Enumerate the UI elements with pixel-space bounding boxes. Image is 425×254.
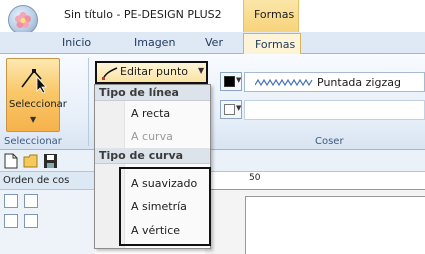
chevron-down-icon: ▼ <box>198 66 205 75</box>
new-file-icon[interactable] <box>4 153 18 169</box>
group-divider <box>88 58 89 146</box>
window-title: Sin título - PE-DESIGN PLUS2 <box>64 8 222 21</box>
menu-item-a-recta[interactable]: A recta <box>131 107 170 120</box>
save-icon[interactable] <box>43 153 58 169</box>
line-type-header-label: Tipo de línea <box>99 86 179 99</box>
fill-color-button[interactable]: ▼ <box>220 100 242 119</box>
curve-type-header-label: Tipo de curva <box>99 149 184 162</box>
application-menu-button[interactable] <box>8 5 38 35</box>
group-icon[interactable] <box>24 214 38 228</box>
tab-inicio[interactable]: Inicio <box>62 36 91 49</box>
chevron-down-icon: ▼ <box>30 115 37 124</box>
horizontal-ruler: 50 <box>205 172 425 190</box>
tab-imagen[interactable]: Imagen <box>134 36 175 49</box>
stitch-type-select[interactable]: Puntada zigzag <box>244 72 425 92</box>
sort-icon[interactable] <box>4 214 18 228</box>
fill-stitch-select[interactable] <box>244 100 425 120</box>
sewing-order-panel-title: Orden de cos <box>3 175 70 186</box>
context-tab-group-label: Formas <box>254 8 295 21</box>
select-button-label: Seleccionar <box>9 99 67 110</box>
tab-ver[interactable]: Ver <box>205 36 223 49</box>
curve-options-highlight <box>119 167 211 246</box>
menu-item-a-curva: A curva <box>131 130 173 143</box>
zigzag-stitch-icon <box>255 78 313 87</box>
stitch-type-label: Puntada zigzag <box>317 76 401 89</box>
edit-point-label: Editar punto <box>120 65 189 78</box>
line-color-button[interactable]: ▼ <box>220 72 242 91</box>
select-group-label: Seleccionar <box>4 136 62 147</box>
line-type-header: Tipo de línea <box>95 85 210 101</box>
sew-group-label: Coser <box>315 136 344 147</box>
flower-logo-icon <box>14 11 32 29</box>
fill-color-swatch <box>224 104 235 115</box>
sewing-order-panel-header: Orden de cos <box>0 172 95 190</box>
tab-formas-label: Formas <box>255 38 296 51</box>
line-color-swatch <box>224 76 235 87</box>
chevron-down-icon: ▼ <box>236 76 242 84</box>
ruler-mark: 50 <box>249 173 261 183</box>
design-canvas[interactable] <box>245 196 425 254</box>
tab-formas[interactable]: Formas <box>243 33 301 55</box>
move-up-icon[interactable] <box>24 194 38 208</box>
edit-point-icon <box>102 67 118 80</box>
select-arrow-icon <box>21 69 47 93</box>
curve-type-header: Tipo de curva <box>95 148 210 164</box>
chevron-down-icon: ▼ <box>236 104 242 112</box>
quick-access-toolbar <box>0 150 425 172</box>
select-button[interactable]: Seleccionar ▼ <box>6 58 67 132</box>
open-folder-icon[interactable] <box>23 153 39 169</box>
zoom-fit-icon[interactable] <box>4 194 18 208</box>
edit-point-button[interactable]: Editar punto ▼ <box>95 61 208 84</box>
context-tab-group-header: Formas <box>243 0 299 32</box>
